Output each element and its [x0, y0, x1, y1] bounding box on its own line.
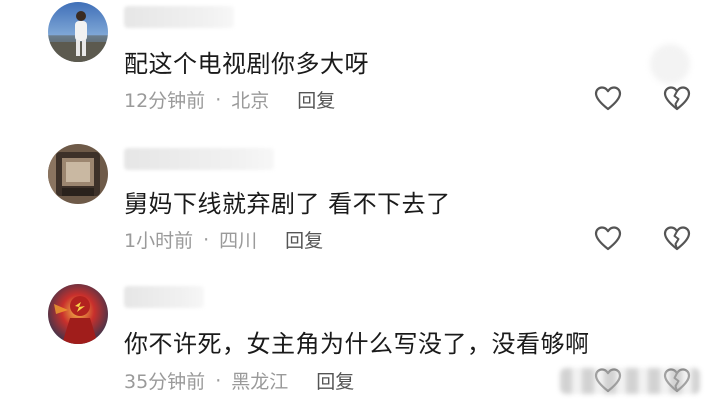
- comment-text: 你不许死，女主角为什么写没了，没看够啊: [124, 330, 590, 358]
- reply-button[interactable]: 回复: [285, 226, 323, 253]
- comment-location: 黑龙江: [231, 371, 289, 393]
- avatar[interactable]: [48, 284, 108, 344]
- heart-outline-icon: [594, 226, 622, 251]
- comment-location: 北京: [231, 90, 270, 112]
- comment-text: 舅妈下线就弃剧了 看不下去了: [124, 190, 451, 218]
- comment-list: 配这个电视剧你多大呀 12分钟前 · 北京 回复 舅妈下线就弃剧了 看不下去了 …: [0, 0, 716, 404]
- like-button[interactable]: [593, 224, 623, 254]
- meta-separator: ·: [215, 88, 222, 111]
- comment-text: 配这个电视剧你多大呀: [124, 50, 369, 78]
- username-blurred[interactable]: [124, 6, 234, 28]
- reply-button[interactable]: 回复: [316, 367, 354, 394]
- comment-time: 1小时前: [124, 230, 194, 252]
- comment-item: 配这个电视剧你多大呀 12分钟前 · 北京 回复: [0, 0, 716, 130]
- broken-heart-icon: [663, 86, 691, 111]
- comment-location: 四川: [219, 230, 258, 252]
- comment-time: 35分钟前: [124, 371, 206, 393]
- meta-separator: ·: [215, 369, 222, 392]
- avatar[interactable]: [48, 144, 108, 204]
- dislike-button[interactable]: [662, 84, 692, 114]
- username-blurred[interactable]: [124, 286, 204, 308]
- reply-button[interactable]: 回复: [297, 86, 335, 113]
- like-button[interactable]: [593, 84, 623, 114]
- comment-item: 舅妈下线就弃剧了 看不下去了 1小时前 · 四川 回复: [0, 138, 716, 268]
- comment-time: 12分钟前: [124, 90, 206, 112]
- heart-outline-icon: [594, 86, 622, 111]
- comment-meta: 12分钟前 · 北京 回复: [124, 86, 335, 113]
- meta-separator: ·: [203, 228, 210, 251]
- comment-meta: 35分钟前 · 黑龙江 回复: [124, 367, 354, 394]
- username-blurred[interactable]: [124, 148, 274, 170]
- comment-meta: 1小时前 · 四川 回复: [124, 226, 323, 253]
- dislike-button[interactable]: [662, 224, 692, 254]
- avatar[interactable]: [48, 2, 108, 62]
- blurred-watermark: [560, 368, 700, 394]
- broken-heart-icon: [663, 226, 691, 251]
